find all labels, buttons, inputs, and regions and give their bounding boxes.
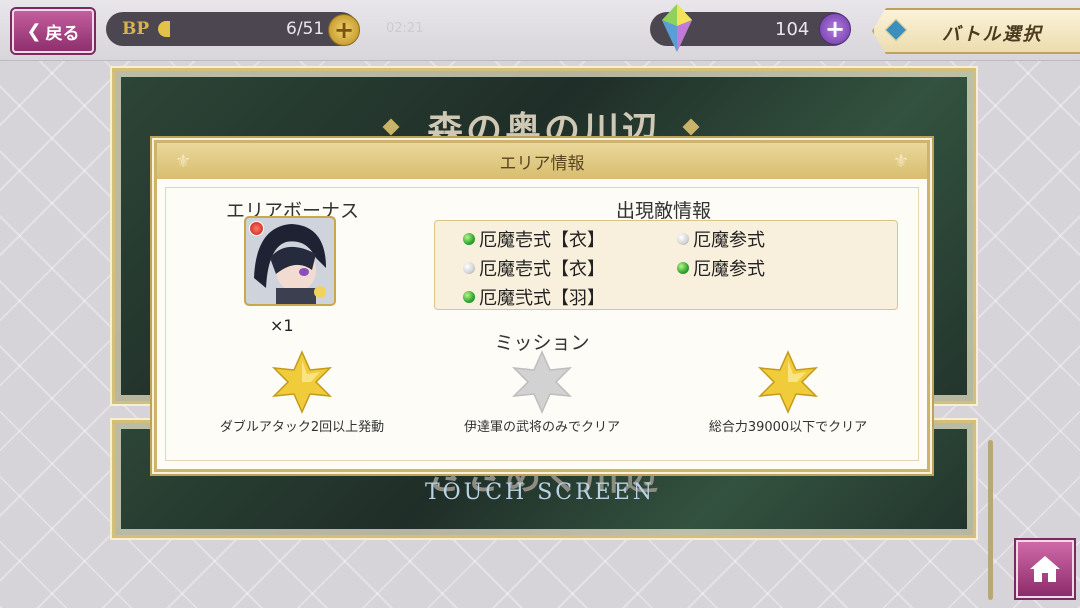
enemy-name: 厄魔参式: [693, 259, 765, 280]
gem-value: 104: [775, 19, 810, 40]
enemy-item: 厄魔壱式【衣】: [463, 255, 605, 281]
back-label: 戻る: [45, 23, 80, 44]
mission-item: ダブルアタック2回以上発動: [192, 350, 412, 435]
status-dot-icon: [677, 262, 689, 274]
bonus-character-card[interactable]: [244, 216, 336, 306]
home-button[interactable]: [1016, 540, 1074, 598]
gem-icon: [662, 4, 692, 52]
chevron-left-icon: ❮: [26, 20, 42, 42]
diamond-icon: [884, 18, 908, 42]
mission-text: 伊達軍の武将のみでクリア: [463, 420, 620, 435]
star-icon: [511, 350, 573, 414]
status-dot-icon: [677, 233, 689, 245]
enemy-name: 厄魔壱式【衣】: [479, 259, 605, 280]
bp-timer: 02:21: [386, 21, 424, 36]
enemy-item: 厄魔弐式【羽】: [463, 284, 605, 310]
area-info-dialog[interactable]: ⚜ エリア情報 ⚜ エリアボーナス ×1 出現敵情報 厄魔壱式【衣】 厄魔参式 …: [154, 140, 930, 472]
home-icon: [1030, 556, 1060, 582]
gem-plus-button[interactable]: +: [819, 13, 851, 45]
enemy-item: 厄魔参式: [677, 226, 765, 252]
star-icon: [757, 350, 819, 414]
red-badge-icon: [249, 221, 264, 236]
enemy-info-title: 出現敵情報: [616, 200, 712, 222]
plus-icon: +: [333, 16, 355, 44]
top-bar: ❮ 戻る BP 6/51 02:21 + 104 + バトル選択: [0, 0, 1080, 61]
enemy-name: 厄魔弐式【羽】: [479, 288, 605, 309]
bp-plus-button[interactable]: +: [328, 14, 360, 46]
enemy-list: 厄魔壱式【衣】 厄魔参式 厄魔壱式【衣】 厄魔参式 厄魔弐式【羽】: [434, 220, 898, 310]
fleur-icon: ⚜: [175, 151, 192, 172]
mission-text: 総合力39000以下でクリア: [708, 420, 868, 435]
status-dot-icon: [463, 291, 475, 303]
mission-item: 総合力39000以下でクリア: [678, 350, 898, 435]
status-dot-icon: [463, 233, 475, 245]
enemy-item: 厄魔壱式【衣】: [463, 226, 605, 252]
enemy-item: 厄魔参式: [677, 255, 765, 281]
bp-bar: BP 6/51 02:21: [106, 12, 423, 46]
dialog-body: エリアボーナス ×1 出現敵情報 厄魔壱式【衣】 厄魔参式 厄魔壱式【衣】 厄魔…: [165, 187, 919, 461]
mission-text: ダブルアタック2回以上発動: [219, 420, 385, 435]
battle-select-button[interactable]: バトル選択: [872, 8, 1080, 54]
touch-screen-label: TOUCH SCREEN: [424, 480, 656, 505]
mission-item: 伊達軍の武将のみでクリア: [432, 350, 652, 435]
bp-gauge: [158, 21, 170, 37]
dialog-title: エリア情報: [499, 153, 585, 174]
fleur-icon: ⚜: [892, 151, 909, 172]
battle-select-label: バトル選択: [942, 24, 1043, 45]
dialog-header: ⚜ エリア情報 ⚜: [157, 143, 927, 179]
bp-value: 6/51: [286, 19, 325, 39]
enemy-name: 厄魔参式: [693, 230, 765, 251]
bp-label: BP: [122, 19, 150, 39]
enemy-name: 厄魔壱式【衣】: [479, 230, 605, 251]
scrollbar[interactable]: [988, 440, 993, 600]
status-dot-icon: [463, 262, 475, 274]
back-button[interactable]: ❮ 戻る: [12, 9, 94, 53]
plus-icon: +: [824, 15, 846, 43]
star-icon: [271, 350, 333, 414]
